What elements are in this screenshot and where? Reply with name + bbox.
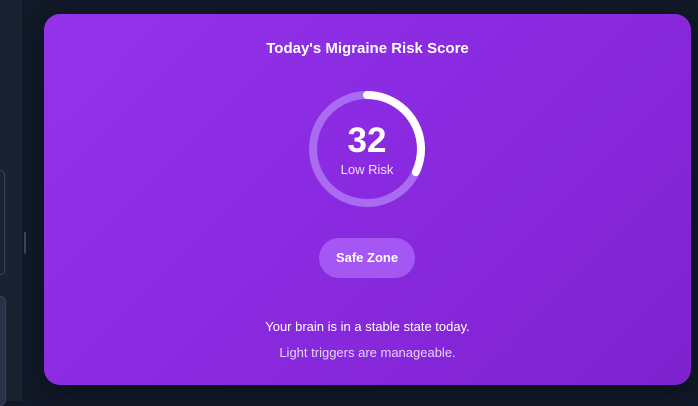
- left-sidebar-rail: [0, 0, 22, 406]
- status-message: Your brain is in a stable state today.: [265, 319, 470, 334]
- safe-zone-badge[interactable]: Safe Zone: [319, 238, 415, 278]
- risk-score-value: 32: [347, 121, 387, 160]
- sidebar-collapsed-item[interactable]: [0, 170, 5, 275]
- sidebar-collapsed-panel[interactable]: [0, 296, 6, 406]
- card-title: Today's Migraine Risk Score: [266, 40, 469, 57]
- risk-level-label: Low Risk: [340, 162, 394, 177]
- sidebar-resize-handle[interactable]: [24, 232, 26, 254]
- risk-score-gauge: 32 Low Risk: [307, 89, 427, 209]
- status-submessage: Light triggers are manageable.: [279, 345, 456, 360]
- migraine-risk-card: Today's Migraine Risk Score 32 Low Risk …: [44, 14, 691, 385]
